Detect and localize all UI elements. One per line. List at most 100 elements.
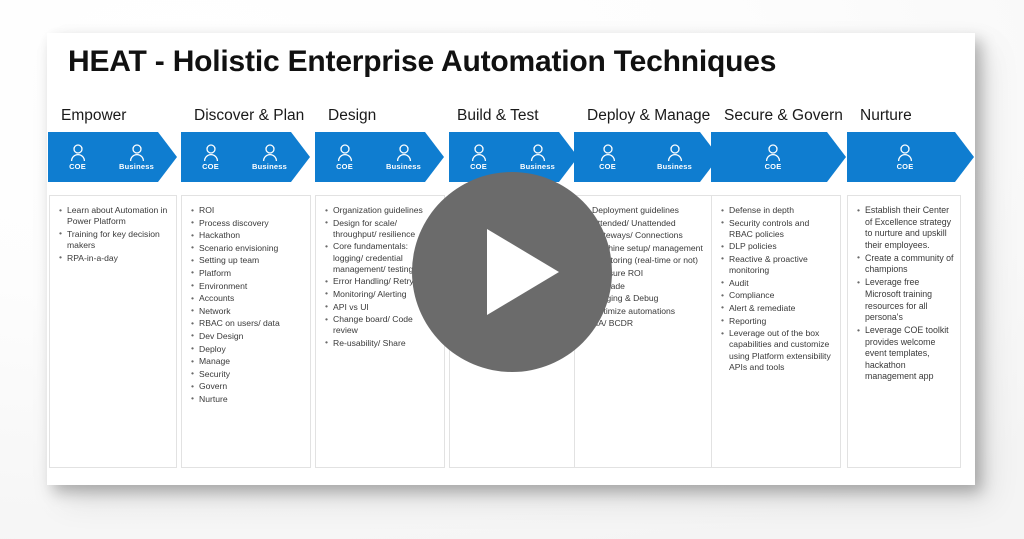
persona-coe: COE — [882, 144, 928, 171]
person-icon — [262, 144, 277, 161]
phase-label: Empower — [61, 107, 127, 124]
person-icon — [70, 144, 85, 161]
phase-label: Secure & Govern — [724, 107, 843, 124]
list-item: Hackathon — [191, 230, 305, 241]
list-item: Re-usability/ Share — [325, 337, 439, 349]
person-icon — [897, 144, 913, 161]
persona-group: COE Business — [181, 132, 299, 182]
list-item: Compliance — [721, 290, 835, 301]
persona-group: COE Business — [574, 132, 708, 182]
list-item: Optimize automations — [584, 305, 713, 317]
list-item: Network — [191, 305, 305, 317]
persona-label: COE — [599, 161, 616, 171]
phase-item-list: Defense in depth Security controls and R… — [712, 196, 840, 373]
persona-coe: COE — [750, 144, 796, 171]
phase-detail-box: Learn about Automation in Power Platform… — [49, 195, 177, 468]
person-icon — [600, 144, 615, 161]
list-item: Audit — [721, 277, 835, 289]
phase-detail-box: ROI Process discovery Hackathon Scenario… — [181, 195, 311, 468]
list-item: Leverage COE toolkit provides welcome ev… — [857, 325, 955, 383]
persona-group: COE — [711, 132, 835, 182]
persona-label: COE — [470, 161, 487, 171]
list-item: Create a community of champions — [857, 252, 955, 276]
play-icon — [487, 229, 559, 315]
list-item: Security — [191, 368, 305, 380]
person-icon — [530, 144, 545, 161]
persona-label: Business — [657, 161, 692, 171]
list-item: HA/ BCDR — [584, 318, 713, 329]
persona-coe: COE — [322, 144, 368, 171]
phase-item-list: Learn about Automation in Power Platform… — [50, 196, 176, 264]
persona-group: COE Business — [48, 132, 166, 182]
phase-item-list: ROI Process discovery Hackathon Scenario… — [182, 196, 310, 405]
phase-label: Discover & Plan — [194, 107, 305, 124]
list-item: Defense in depth — [721, 204, 835, 216]
persona-label: COE — [202, 161, 219, 171]
list-item: Learn about Automation in Power Platform — [59, 204, 171, 227]
list-item: Platform — [191, 267, 305, 279]
person-icon — [667, 144, 682, 161]
list-item: Training for key decision makers — [59, 228, 171, 251]
list-item: ROI — [191, 204, 305, 216]
list-item: Dev Design — [191, 330, 305, 342]
list-item: Process discovery — [191, 217, 305, 229]
person-icon — [765, 144, 781, 161]
list-item: Reporting — [721, 315, 835, 327]
list-item: Alert & remediate — [721, 302, 835, 314]
list-item: Govern — [191, 381, 305, 392]
person-icon — [203, 144, 218, 161]
person-icon — [396, 144, 411, 161]
persona-label: Business — [386, 161, 421, 171]
list-item: Leverage free Microsoft training resourc… — [857, 277, 955, 323]
phase-item-list: Establish their Center of Excellence str… — [848, 196, 960, 383]
play-button[interactable] — [412, 172, 612, 372]
persona-label: COE — [764, 161, 782, 171]
list-item: DLP policies — [721, 241, 835, 252]
phase-label: Build & Test — [457, 107, 539, 124]
persona-business: Business — [515, 144, 561, 171]
list-item: Accounts — [191, 293, 305, 304]
phase-label: Nurture — [860, 107, 912, 124]
list-item: Setting up team — [191, 255, 305, 266]
phase-detail-box: Defense in depth Security controls and R… — [711, 195, 841, 468]
list-item: Environment — [191, 280, 305, 292]
persona-coe: COE — [585, 144, 631, 171]
list-item: Logging & Debug — [584, 293, 713, 304]
page-title: HEAT - Holistic Enterprise Automation Te… — [68, 45, 777, 78]
persona-label: Business — [252, 161, 287, 171]
persona-business: Business — [114, 144, 160, 171]
phase-label: Deploy & Manage — [587, 107, 711, 124]
persona-label: COE — [69, 161, 86, 171]
persona-business: Business — [247, 144, 293, 171]
list-item: Attended/ Unattended — [584, 217, 713, 229]
list-item: Reactive & proactive monitoring — [721, 253, 835, 276]
list-item: RPA-in-a-day — [59, 252, 171, 264]
phase-detail-box: Establish their Center of Excellence str… — [847, 195, 961, 468]
persona-coe: COE — [188, 144, 234, 171]
person-icon — [337, 144, 352, 161]
list-item: Establish their Center of Excellence str… — [857, 204, 955, 251]
list-item: Organization guidelines — [325, 204, 439, 216]
list-item: RBAC on users/ data — [191, 318, 305, 329]
list-item: Deploy — [191, 343, 305, 355]
persona-business: Business — [381, 144, 427, 171]
list-item: Gateways/ Connections — [584, 230, 713, 241]
persona-label: COE — [336, 161, 353, 171]
persona-label: Business — [119, 161, 154, 171]
list-item: Nurture — [191, 393, 305, 405]
list-item: Scenario envisioning — [191, 242, 305, 254]
persona-group: COE Business — [315, 132, 433, 182]
phase-label: Design — [328, 107, 377, 124]
list-item: Security controls and RBAC policies — [721, 217, 835, 240]
persona-group: COE — [847, 132, 963, 182]
list-item: Manage — [191, 356, 305, 367]
person-icon — [129, 144, 144, 161]
persona-coe: COE — [55, 144, 101, 171]
list-item: Leverage out of the box capabilities and… — [721, 328, 835, 373]
persona-label: COE — [896, 161, 914, 171]
persona-business: Business — [652, 144, 698, 171]
list-item: Deployment guidelines — [584, 204, 713, 216]
persona-label: Business — [520, 161, 555, 171]
persona-coe: COE — [456, 144, 502, 171]
person-icon — [471, 144, 486, 161]
